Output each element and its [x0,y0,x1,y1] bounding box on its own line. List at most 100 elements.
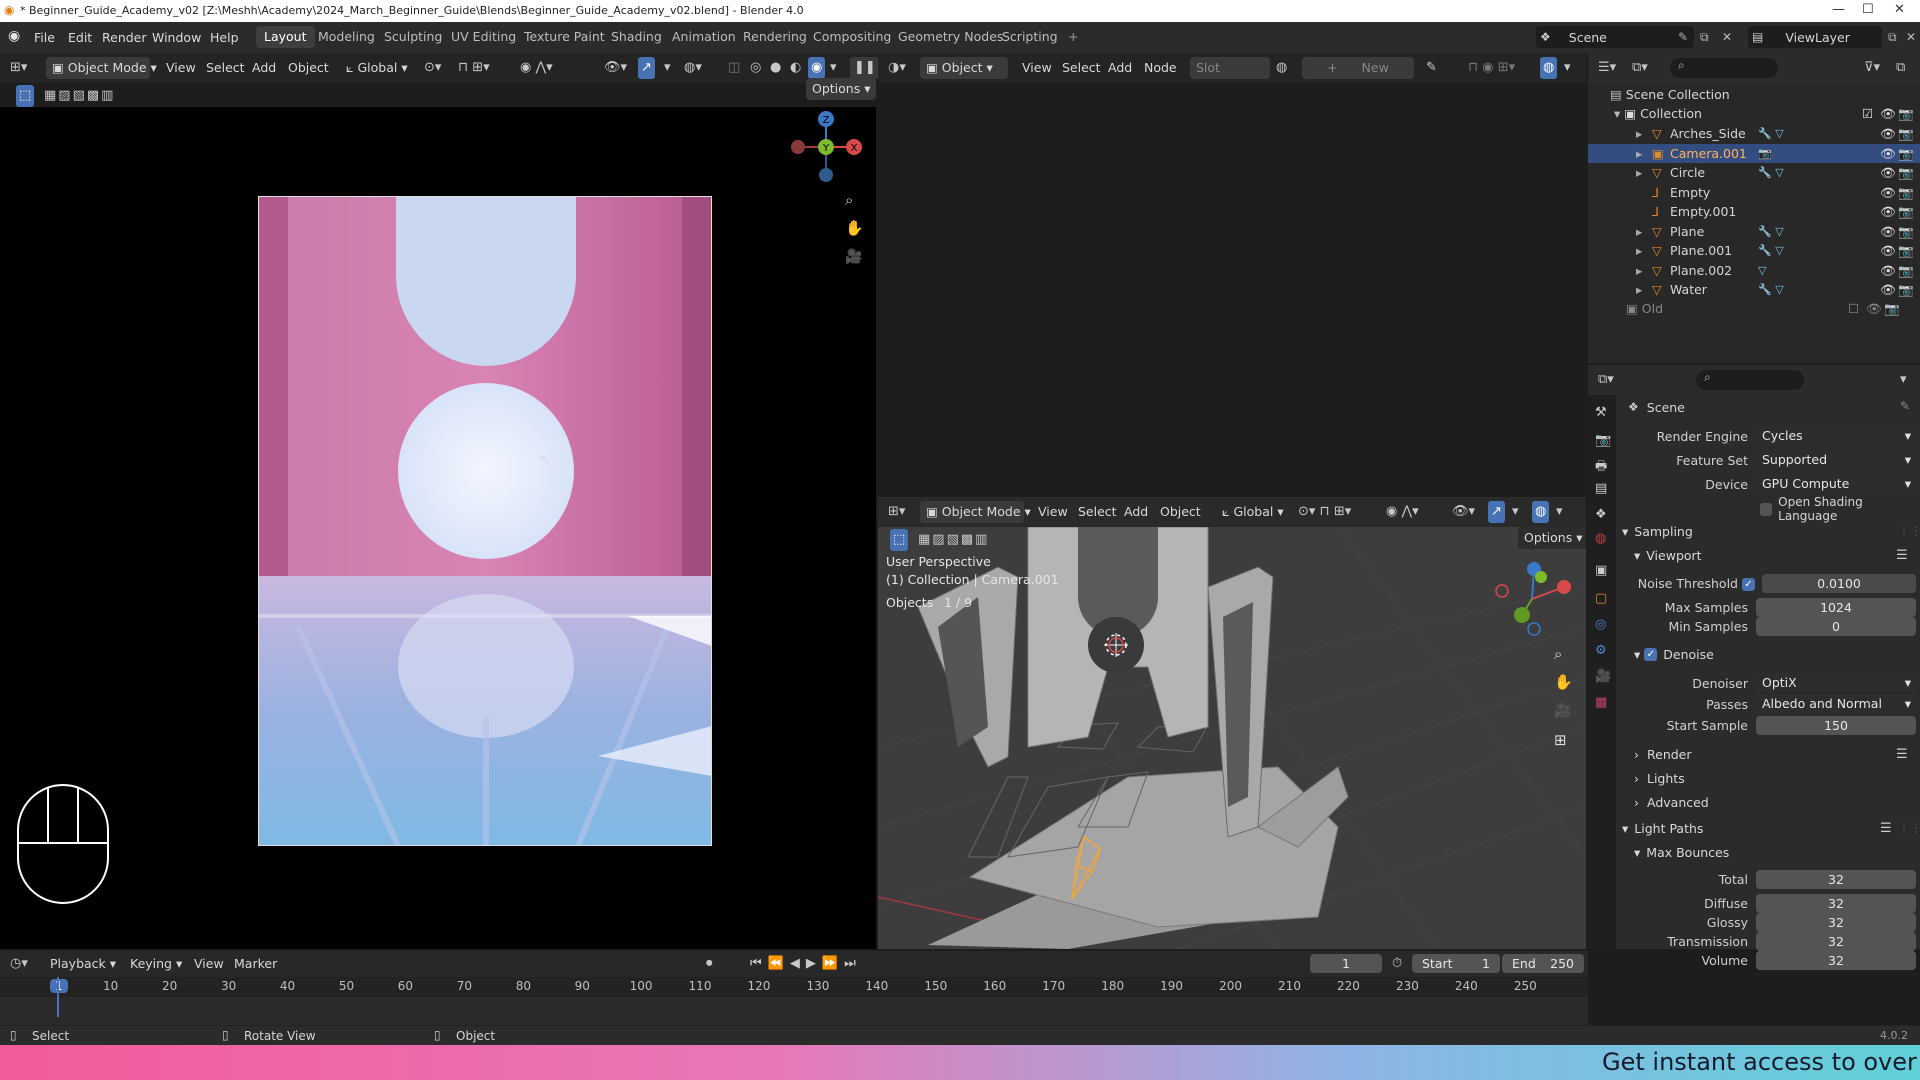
menu-object[interactable]: Object [282,57,335,79]
render-camera-icon[interactable]: 📷 [1898,280,1914,300]
physics-tab-icon[interactable]: ◎ [1595,617,1606,632]
light-paths-drag-icon[interactable]: ⋮⋮ [1898,821,1920,835]
denoiser-dropdown[interactable]: OptiX ▾ [1756,673,1916,692]
viewport-menu-select[interactable]: Select [1072,501,1123,523]
viewport-zoom-icon[interactable]: ⌕ [1554,645,1562,663]
shading-options-icon[interactable]: ▾ [830,57,837,79]
tab-sculpting[interactable]: Sculpting [376,26,450,48]
eye-icon[interactable]: 👁 [1880,124,1896,144]
selection-mode-icons[interactable]: ▦▨▧▩▥ [44,85,115,107]
timeline-menu-view[interactable]: View [188,953,230,975]
diffuse-bounces-field[interactable]: 32 [1756,894,1916,913]
zoom-icon[interactable]: ⌕ [845,191,853,209]
menu-help[interactable]: Help [210,22,239,53]
eye-icon[interactable]: 👁 [1880,241,1896,261]
menu-select[interactable]: Select [200,57,251,79]
max-samples-field[interactable]: 1024 [1756,598,1916,617]
end-frame-field[interactable]: End 250 [1502,954,1584,973]
select-tool-icon[interactable]: ⬚ [16,85,35,107]
new-scene-icon[interactable]: ⧉ [1700,30,1709,45]
menu-add[interactable]: Add [246,57,282,79]
minimize-icon[interactable]: — [1832,2,1845,17]
glossy-bounces-field[interactable]: 32 [1756,913,1916,932]
max-bounces-subpanel-header[interactable]: ▾ Max Bounces [1634,845,1729,860]
viewport-presets-icon[interactable]: ☰ [1896,548,1908,563]
add-workspace-icon[interactable]: + [1060,26,1086,48]
output-tab-icon[interactable]: 🖶 [1595,457,1607,479]
start-sample-field[interactable]: 150 [1756,716,1916,735]
collection-checkbox-icon[interactable]: ☑ [1862,104,1873,124]
viewport-gizmo-dropdown-icon[interactable]: ▾ [1512,501,1519,523]
outliner-item[interactable]: ⅃ Empty 👁 📷 [1588,183,1920,203]
new-view-layer-icon[interactable]: ⧉ [1888,30,1897,45]
outliner-item[interactable]: ⅃ Empty.001 👁 📷 [1588,202,1920,222]
outliner-item[interactable]: ▸ ▽ Plane.001 🔧 ▽ 👁 📷 [1588,241,1920,261]
viewport-overlay-dropdown-icon[interactable]: ▾ [1556,501,1563,523]
solid-shading-icon[interactable]: ● [770,57,781,79]
viewport-mode-dropdown[interactable]: ▣ Object Mode ▾ [920,501,1031,523]
maximize-icon[interactable]: ☐ [1862,2,1874,17]
expand-icon[interactable]: ▸ [1636,280,1642,300]
pivot-icon[interactable]: ⊙▾ [424,57,441,79]
viewport-navigation-gizmo[interactable] [1494,557,1578,641]
gizmo-toggle-icon[interactable]: ↗ [638,57,655,79]
shader-overlay-dropdown-icon[interactable]: ▾ [1564,57,1571,79]
expand-icon[interactable]: ▸ [1636,144,1642,164]
collection-camera-icon[interactable]: 📷 [1898,104,1914,124]
delete-view-layer-icon[interactable]: ✕ [1906,30,1916,44]
scene-tab-icon[interactable]: ❖ [1595,507,1607,522]
tab-layout[interactable]: Layout [256,26,315,48]
lights-subpanel-header[interactable]: › Lights [1634,771,1685,786]
tab-texture-paint[interactable]: Texture Paint [516,26,613,48]
viewport-gizmo-icon[interactable]: ↗ [1488,501,1505,523]
total-bounces-field[interactable]: 32 [1756,870,1916,889]
outliner-item[interactable]: ▸ ▽ Water 🔧 ▽ 👁 📷 [1588,280,1920,300]
3d-viewport[interactable]: ⬚ ▦▨▧▩▥ Options ▾ User Perspective (1) C… [878,527,1586,949]
render-camera-icon[interactable]: 📷 [1898,144,1914,164]
outliner-item[interactable]: ▸ ▽ Plane 🔧 ▽ 👁 📷 [1588,222,1920,242]
rendered-shading-icon[interactable]: ◉ [808,57,826,79]
render-camera-icon[interactable]: 📷 [1898,202,1914,222]
expand-icon[interactable]: ▸ [1636,124,1642,144]
material-shading-icon[interactable]: ◐ [790,57,801,79]
object-tab-icon[interactable]: ▢ [1595,591,1607,606]
viewport-overlay-icon[interactable]: ◍ [1532,501,1550,523]
tool-tab-icon[interactable]: ⚒ [1595,405,1607,420]
start-frame-field[interactable]: Start 1 [1412,954,1500,973]
passes-dropdown[interactable]: Albedo and Normal ▾ [1756,694,1916,713]
gizmo-dropdown-icon[interactable]: ▾ [664,57,671,79]
shader-menu-select[interactable]: Select [1056,57,1107,79]
navigation-gizmo[interactable]: Z X Y [784,105,868,189]
pause-render-icon[interactable]: ❚❚ [850,57,880,79]
tab-modeling[interactable]: Modeling [310,26,383,48]
min-samples-field[interactable]: 0 [1756,617,1916,636]
eye-icon[interactable]: 👁 [1880,144,1896,164]
transmission-bounces-field[interactable]: 32 [1756,932,1916,951]
render-camera-icon[interactable]: 📷 [1898,241,1914,261]
light-paths-presets-icon[interactable]: ☰ [1880,821,1892,836]
tab-rendering[interactable]: Rendering [735,26,815,48]
viewport-menu-object[interactable]: Object [1154,501,1207,523]
viewport-menu-view[interactable]: View [1032,501,1074,523]
world-tab-icon[interactable]: ◍ [1595,531,1606,546]
viewport-subpanel-header[interactable]: ▾ Viewport [1634,548,1702,563]
new-material-button[interactable]: + New [1302,57,1414,79]
outliner-item[interactable]: ▸ ▽ Circle 🔧 ▽ 👁 📷 [1588,163,1920,183]
outliner-editor-type-icon[interactable]: ☰▾ [1598,57,1616,79]
view-layer-tab-icon[interactable]: ▤ [1595,481,1607,496]
constraints-tab-icon[interactable]: ⚙ [1595,643,1607,658]
timeline-ruler[interactable]: 1102030405060708090100110120130140150160… [0,977,1588,997]
overlay-icon[interactable]: ◍▾ [684,57,702,79]
render-camera-icon[interactable]: 📷 [1898,124,1914,144]
shader-pin-icon[interactable]: ✎ [1426,57,1437,79]
tab-uv-editing[interactable]: UV Editing [443,26,524,48]
collection-tab-icon[interactable]: ▣ [1595,563,1607,578]
tab-shading[interactable]: Shading [603,26,670,48]
device-dropdown[interactable]: GPU Compute ▾ [1756,474,1916,493]
viewport-pivot-icon[interactable]: ⊙▾ ⊓ ⊞▾ [1298,501,1351,523]
camera-viewport[interactable]: ⬚ ▦▨▧▩▥ Options ▾ ↖ Z X Y ⌕ ✋ 🎥 [0,78,877,949]
viewport-pan-icon[interactable]: ✋ [1554,673,1573,691]
collapse-icon[interactable]: ▾ [1614,106,1620,121]
shader-editor-type-icon[interactable]: ◑▾ [888,57,906,79]
texture-tab-icon[interactable]: ▩ [1595,695,1607,710]
